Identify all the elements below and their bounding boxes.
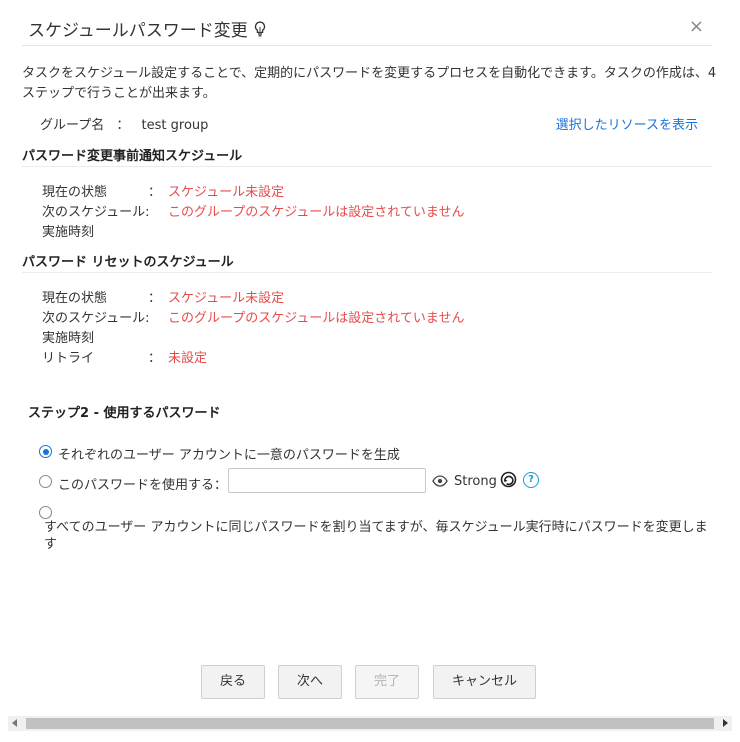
password-input[interactable] (228, 468, 426, 493)
retry-value: 未設定 (168, 351, 208, 366)
dialog-title-text: スケジュールパスワード変更 (28, 21, 248, 41)
notify-next-schedule-value: このグループのスケジュールは設定されていません (168, 205, 465, 220)
close-icon[interactable]: × (689, 16, 704, 37)
reset-status-label: 現在の状態 (42, 291, 108, 306)
radio-same-password-rotate[interactable] (39, 506, 52, 519)
group-name-row: グループ名 ： test group (40, 114, 208, 133)
reset-section-title: パスワード リセットのスケジュール (22, 255, 234, 270)
group-name-value: test group (141, 118, 209, 133)
group-name-label: グループ名 (40, 118, 105, 133)
generate-password-icon[interactable] (500, 471, 517, 492)
notify-status-colon: ： (148, 185, 162, 200)
reset-next-schedule-label: 次のスケジュール: (42, 311, 150, 326)
eye-icon[interactable] (432, 475, 448, 491)
step-title: ステップ2 - 使用するパスワード (28, 406, 221, 421)
group-name-colon: ： (116, 118, 130, 133)
scroll-right-arrow-icon[interactable] (723, 719, 728, 727)
cancel-button[interactable]: キャンセル (433, 665, 536, 699)
radio-use-this-password[interactable] (39, 475, 52, 488)
dialog-title: スケジュールパスワード変更 (28, 16, 266, 41)
finish-button[interactable]: 完了 (355, 665, 419, 699)
reset-time-label: 実施時刻 (42, 331, 95, 346)
scroll-left-arrow-icon[interactable] (12, 719, 17, 727)
reset-section-divider (22, 272, 712, 273)
lightbulb-icon[interactable] (254, 21, 266, 37)
description-text: タスクをスケジュール設定することで、定期的にパスワードを変更するプロセスを自動化… (22, 66, 717, 101)
notify-status-label: 現在の状態 (42, 185, 108, 200)
radio-unique-password[interactable] (39, 445, 52, 458)
reset-next-schedule-value: このグループのスケジュールは設定されていません (168, 311, 465, 326)
retry-colon: ： (148, 351, 162, 366)
password-strength: Strong (454, 474, 497, 489)
notify-status-value: スケジュール未設定 (168, 185, 285, 200)
view-selected-resources-link[interactable]: 選択したリソースを表示 (556, 114, 698, 133)
radio-same-password-rotate-label: すべてのユーザー アカウントに同じパスワードを割り当てますが、毎スケジュール実行… (44, 520, 708, 552)
next-button[interactable]: 次へ (278, 665, 342, 699)
radio-unique-password-label: それぞれのユーザー アカウントに一意のパスワードを生成 (58, 448, 400, 463)
retry-label: リトライ (42, 351, 95, 366)
title-divider (22, 45, 712, 46)
reset-status-colon: ： (148, 291, 162, 306)
horizontal-scrollbar[interactable] (8, 716, 732, 731)
notify-time-label: 実施時刻 (42, 225, 95, 240)
notify-section-title: パスワード変更事前通知スケジュール (22, 149, 243, 164)
help-icon[interactable]: ? (523, 472, 539, 488)
back-button[interactable]: 戻る (201, 665, 265, 699)
notify-next-schedule-label: 次のスケジュール: (42, 205, 150, 220)
reset-status-value: スケジュール未設定 (168, 291, 285, 306)
scrollbar-thumb[interactable] (26, 718, 714, 729)
radio-use-this-password-label: このパスワードを使用する： (58, 478, 228, 493)
notify-section-divider (22, 166, 712, 167)
